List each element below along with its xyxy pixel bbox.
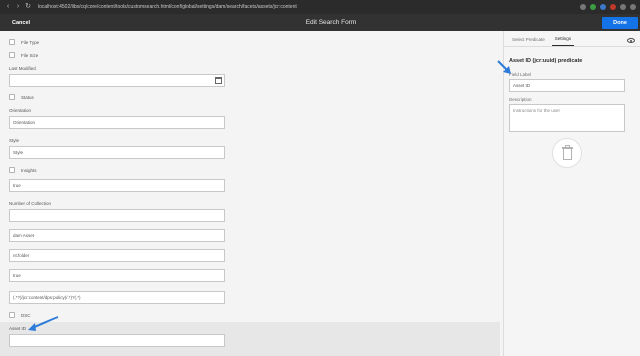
page-title: Edit Search Form (305, 19, 357, 26)
checkbox[interactable] (9, 52, 15, 58)
text-input[interactable]: dam Asset (9, 229, 225, 242)
extensions (580, 4, 636, 10)
field-last-modified[interactable]: Last Modified (9, 66, 225, 87)
field-dam-asset[interactable]: dam Asset (9, 229, 225, 242)
profile-icon[interactable] (620, 4, 626, 10)
annotation-arrow-right (497, 60, 511, 74)
field-label: Last Modified (9, 66, 36, 71)
text-input[interactable] (9, 334, 225, 347)
field-file-size[interactable]: File Size (9, 52, 38, 58)
checkbox[interactable] (9, 94, 15, 100)
checkbox-label: Insights (21, 167, 37, 173)
extension-icon[interactable] (610, 4, 616, 10)
field-true-1[interactable]: true (9, 179, 225, 192)
checkbox[interactable] (9, 39, 15, 45)
checkbox-label: File Type (21, 39, 40, 45)
checkbox[interactable] (9, 167, 15, 173)
checkbox-label: File Size (21, 52, 39, 58)
reload-icon[interactable]: ↻ (24, 3, 32, 11)
address-bar[interactable]: localhost:4502/libs/cq/core/content/tool… (38, 4, 398, 10)
field-label: Number of Collection (9, 201, 52, 206)
field-orientation[interactable]: Orientation Orientation (9, 108, 225, 129)
checkbox-label: Status (21, 94, 34, 100)
extension-icon[interactable] (600, 4, 606, 10)
menu-icon[interactable] (630, 4, 636, 10)
star-icon[interactable] (580, 4, 586, 10)
text-input[interactable]: (.*?)/jcr:content/dps:policy(/.*)?(.*) (9, 291, 225, 304)
field-label-input[interactable]: Asset ID (509, 79, 625, 92)
forward-icon[interactable]: › (14, 3, 22, 11)
field-label: Orientation (9, 108, 32, 113)
description-textarea[interactable]: Instructions for the user (509, 104, 625, 132)
predicate-title: Asset ID (jcr:uuid) predicate (509, 58, 583, 64)
search-form-canvas: File Type File Size Last Modified Status… (0, 31, 503, 356)
settings-panel: Select Predicate Settings Asset ID (jcr:… (497, 31, 640, 356)
field-insights[interactable]: Insights (9, 167, 37, 173)
field-nt-folder[interactable]: nt:folder (9, 249, 225, 262)
browser-toolbar: ‹ › ↻ localhost:4502/libs/cq/core/conten… (0, 0, 640, 14)
field-true-2[interactable]: true (9, 269, 225, 282)
text-input[interactable] (9, 209, 225, 222)
text-input[interactable]: nt:folder (9, 249, 225, 262)
field-number-of-collection[interactable]: Number of Collection (9, 201, 225, 222)
done-button[interactable]: Done (602, 16, 638, 29)
checkbox[interactable] (9, 312, 15, 318)
text-input[interactable]: true (9, 179, 225, 192)
date-input[interactable] (9, 74, 225, 87)
panel-tabs: Select Predicate Settings (504, 31, 640, 47)
description-caption: Description (509, 97, 532, 102)
tab-settings[interactable]: Settings (551, 36, 575, 46)
app-header: Cancel Edit Search Form Done (0, 14, 640, 31)
cancel-button[interactable]: Cancel (0, 20, 60, 26)
annotation-arrow-left (28, 316, 59, 331)
extension-icon[interactable] (590, 4, 596, 10)
calendar-icon[interactable] (215, 77, 222, 84)
tab-select-predicate[interactable]: Select Predicate (509, 37, 548, 46)
text-input[interactable]: true (9, 269, 225, 282)
eye-icon[interactable] (627, 38, 635, 43)
delete-button[interactable] (552, 138, 582, 168)
text-input[interactable]: Orientation (9, 116, 225, 129)
field-style[interactable]: Style Style (9, 138, 225, 159)
field-label: Style (9, 138, 20, 143)
field-policy-path[interactable]: (.*?)/jcr:content/dps:policy(/.*)?(.*) (9, 291, 225, 304)
text-input[interactable]: Style (9, 146, 225, 159)
field-file-type[interactable]: File Type (9, 39, 39, 45)
back-icon[interactable]: ‹ (4, 3, 12, 11)
field-status[interactable]: Status (9, 94, 34, 100)
